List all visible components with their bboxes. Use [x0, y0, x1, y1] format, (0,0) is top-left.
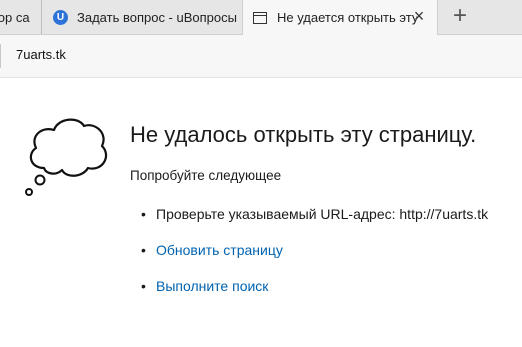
- page-icon: [253, 11, 267, 24]
- tab-partial[interactable]: тор са: [0, 0, 42, 34]
- uvoprosy-favicon-icon: U: [53, 9, 68, 25]
- tab-active-error[interactable]: Не удается открыть эту ×: [242, 0, 438, 35]
- tab-label: Задать вопрос - uВопросы: [77, 9, 237, 25]
- suggestion-check-url: Проверьте указываемый URL-адрес: http://…: [141, 206, 488, 242]
- tab-label: тор са: [0, 9, 30, 25]
- refresh-page-link[interactable]: Обновить страницу: [156, 242, 283, 258]
- suggestion-text: Проверьте указываемый URL-адрес: http://…: [156, 206, 489, 222]
- address-bar: 7uarts.tk: [0, 35, 522, 78]
- url-field[interactable]: 7uarts.tk: [16, 47, 66, 62]
- suggestion-refresh: Обновить страницу: [141, 242, 488, 278]
- error-subhead: Попробуйте следующее: [130, 168, 282, 183]
- tab-uvoprosy[interactable]: U Задать вопрос - uВопросы: [43, 0, 242, 34]
- tab-label: Не удается открыть эту: [277, 10, 417, 25]
- suggestion-search: Выполните поиск: [141, 278, 488, 314]
- close-icon[interactable]: ×: [411, 7, 427, 25]
- error-headline: Не удалось открыть эту страницу.: [130, 122, 477, 147]
- divider: [0, 44, 1, 68]
- tab-bar: тор са U Задать вопрос - uВопросы Не уда…: [0, 0, 522, 35]
- search-link[interactable]: Выполните поиск: [156, 278, 268, 294]
- new-tab-button[interactable]: +: [446, 2, 474, 30]
- suggestion-list: Проверьте указываемый URL-адрес: http://…: [141, 206, 488, 314]
- cloud-icon: [25, 118, 108, 196]
